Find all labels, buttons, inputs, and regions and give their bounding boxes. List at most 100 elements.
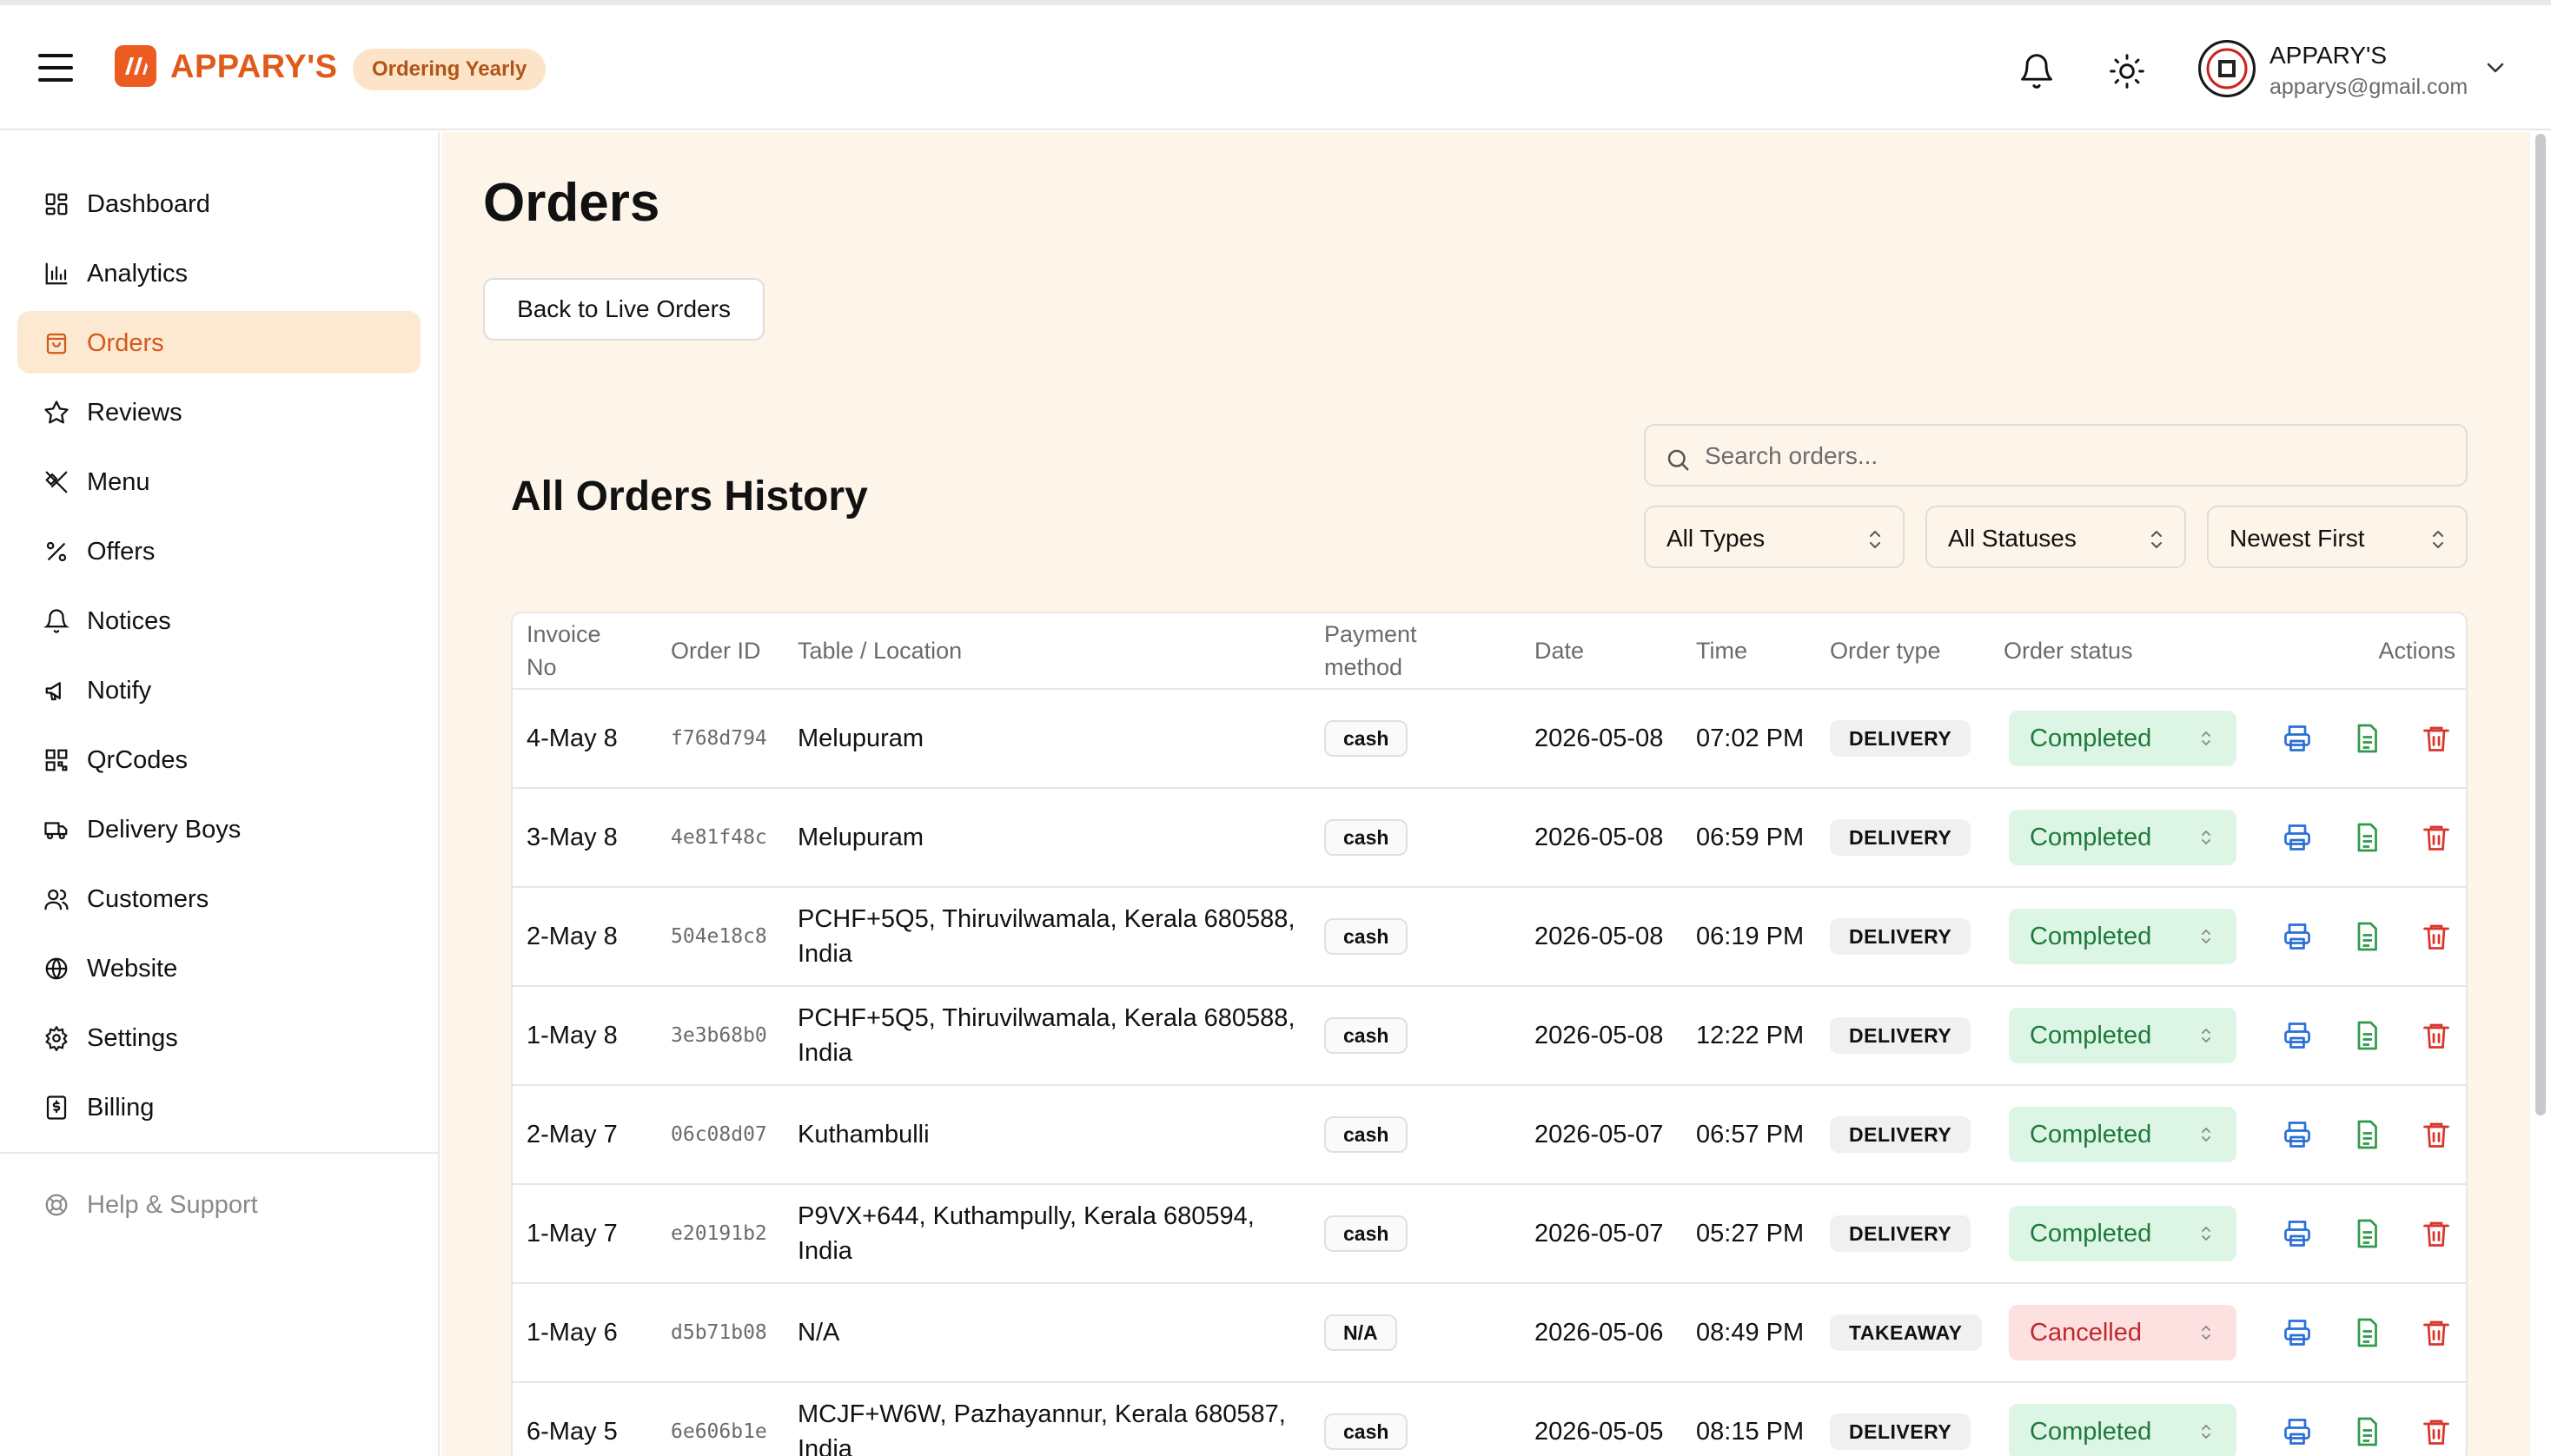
order-status-select[interactable]: Completed — [2009, 1404, 2236, 1456]
printer-icon[interactable] — [2282, 723, 2313, 754]
order-status-value: Completed — [2030, 725, 2152, 752]
sidebar-item-help-support[interactable]: Help & Support — [17, 1173, 421, 1235]
printer-icon[interactable] — [2282, 1317, 2313, 1348]
printer-icon[interactable] — [2282, 1119, 2313, 1150]
dashboard-icon — [45, 193, 68, 215]
trash-icon[interactable] — [2421, 1416, 2452, 1447]
type-filter-select[interactable]: All Types — [1644, 506, 1905, 568]
invoice-cell: 6-May 5 — [527, 1418, 618, 1446]
table-row[interactable]: 3-May 8 4e81f48c Melupuram cash 2026-05-08 06… — [513, 789, 2466, 888]
payment-method-badge: cash — [1324, 1215, 1408, 1252]
sidebar-item-dashboard[interactable]: Dashboard — [17, 172, 421, 235]
search-input[interactable] — [1705, 438, 2452, 474]
order-status-select[interactable]: Completed — [2009, 1206, 2236, 1261]
trash-icon[interactable] — [2421, 1218, 2452, 1249]
printer-icon[interactable] — [2282, 822, 2313, 853]
sidebar-item-notices[interactable]: Notices — [17, 589, 421, 652]
time-cell: 06:59 PM — [1696, 824, 1805, 851]
user-name: APPARY'S — [2269, 42, 2388, 69]
printer-icon[interactable] — [2282, 1020, 2313, 1051]
sidebar-item-offers[interactable]: Offers — [17, 520, 421, 582]
trash-icon[interactable] — [2421, 1317, 2452, 1348]
table-row[interactable]: 1-May 8 3e3b68b0 PCHF+5Q5, Thiruvilwamala,… — [513, 987, 2466, 1086]
order-status-select[interactable]: Cancelled — [2009, 1305, 2236, 1360]
trash-icon[interactable] — [2421, 822, 2452, 853]
scrollbar-thumb[interactable] — [2535, 134, 2546, 1115]
order-type-badge: DELIVERY — [1830, 1017, 1971, 1054]
order-type-badge: DELIVERY — [1830, 819, 1971, 856]
invoice-cell: 1-May 6 — [527, 1319, 618, 1347]
date-cell: 2026-05-07 — [1534, 1121, 1664, 1148]
sidebar-item-menu[interactable]: Menu — [17, 450, 421, 513]
order-status-select[interactable]: Completed — [2009, 711, 2236, 766]
receipt-icon — [46, 1095, 67, 1120]
menu-icon[interactable] — [38, 54, 73, 82]
sidebar-item-analytics[interactable]: Analytics — [17, 242, 421, 304]
order-status-select[interactable]: Completed — [2009, 810, 2236, 865]
printer-icon[interactable] — [2282, 1218, 2313, 1249]
sidebar-item-qrcodes[interactable]: QrCodes — [17, 728, 421, 791]
sidebar-item-customers[interactable]: Customers — [17, 867, 421, 930]
shopping-bag-icon — [46, 333, 67, 354]
sidebar-item-settings[interactable]: Settings — [17, 1006, 421, 1069]
type-filter-value: All Types — [1666, 525, 1766, 552]
order-status-select[interactable]: Completed — [2009, 909, 2236, 964]
document-icon[interactable] — [2351, 1119, 2382, 1150]
column-header-invoice: Invoice No — [527, 621, 601, 680]
bell-icon[interactable] — [2018, 52, 2056, 90]
column-header-order-status: Order status — [2004, 638, 2133, 664]
document-icon[interactable] — [2351, 1218, 2382, 1249]
sidebar-item-label: Notices — [87, 607, 171, 635]
sidebar-item-label: Orders — [87, 329, 164, 357]
top-header: APPARY'S Ordering Yearly APPARY'S appary… — [0, 5, 2551, 130]
order-id-cell: 6e606b1e — [671, 1420, 767, 1443]
utensils-icon — [45, 471, 68, 493]
order-type-badge: DELIVERY — [1830, 1215, 1971, 1252]
back-to-live-orders-button[interactable]: Back to Live Orders — [483, 278, 765, 341]
status-filter-select[interactable]: All Statuses — [1925, 506, 2186, 568]
table-row[interactable]: 4-May 8 f768d794 Melupuram cash 2026-05-08 07… — [513, 690, 2466, 789]
location-cell: Kuthambulli — [798, 1121, 930, 1148]
trash-icon[interactable] — [2421, 921, 2452, 952]
payment-method-badge: N/A — [1324, 1314, 1397, 1351]
order-id-cell: 06c08d07 — [671, 1123, 767, 1146]
sidebar-item-website[interactable]: Website — [17, 936, 421, 999]
document-icon[interactable] — [2351, 921, 2382, 952]
order-status-select[interactable]: Completed — [2009, 1008, 2236, 1063]
order-status-select[interactable]: Completed — [2009, 1107, 2236, 1162]
document-icon[interactable] — [2351, 1020, 2382, 1051]
printer-icon[interactable] — [2282, 921, 2313, 952]
trash-icon[interactable] — [2421, 723, 2452, 754]
sidebar-item-label: Reviews — [87, 399, 182, 427]
sidebar-item-reviews[interactable]: Reviews — [17, 381, 421, 443]
column-header-order-type: Order type — [1830, 638, 1941, 664]
avatar[interactable] — [2198, 40, 2256, 97]
sidebar-item-billing[interactable]: Billing — [17, 1075, 421, 1138]
table-row[interactable]: 2-May 8 504e18c8 PCHF+5Q5, Thiruvilwamala,… — [513, 888, 2466, 987]
sidebar-item-notify[interactable]: Notify — [17, 659, 421, 721]
sort-select[interactable]: Newest First — [2207, 506, 2468, 568]
printer-icon[interactable] — [2282, 1416, 2313, 1447]
table-row[interactable]: 1-May 7 e20191b2 P9VX+644, Kuthampully, Ke… — [513, 1185, 2466, 1284]
order-status-value: Completed — [2030, 1418, 2152, 1446]
payment-method-badge: cash — [1324, 1116, 1408, 1153]
chevron-down-icon[interactable] — [2483, 59, 2508, 76]
trash-icon[interactable] — [2421, 1119, 2452, 1150]
page-title: Orders — [483, 173, 660, 233]
document-icon[interactable] — [2351, 1416, 2382, 1447]
order-type-badge: TAKEAWAY — [1830, 1314, 1982, 1351]
document-icon[interactable] — [2351, 723, 2382, 754]
sidebar-item-delivery-boys[interactable]: Delivery Boys — [17, 797, 421, 860]
document-icon[interactable] — [2351, 1317, 2382, 1348]
sidebar-item-label: Analytics — [87, 260, 189, 288]
document-icon[interactable] — [2351, 822, 2382, 853]
table-row[interactable]: 2-May 7 06c08d07 Kuthambulli cash 2026-05-07… — [513, 1086, 2466, 1185]
trash-icon[interactable] — [2421, 1020, 2452, 1051]
table-row[interactable]: 1-May 6 d5b71b08 N/A N/A 2026-05-06 08:49 PM T… — [513, 1284, 2466, 1383]
lifebuoy-icon — [45, 1194, 68, 1216]
sidebar-item-orders[interactable]: Orders — [17, 311, 421, 374]
order-type-badge: DELIVERY — [1830, 918, 1971, 955]
table-row[interactable]: 6-May 5 6e606b1e MCJF+W6W, Pazhayannur, Ke… — [513, 1383, 2466, 1456]
column-header-location: Table / Location — [798, 638, 963, 664]
sun-icon[interactable] — [2108, 52, 2146, 90]
